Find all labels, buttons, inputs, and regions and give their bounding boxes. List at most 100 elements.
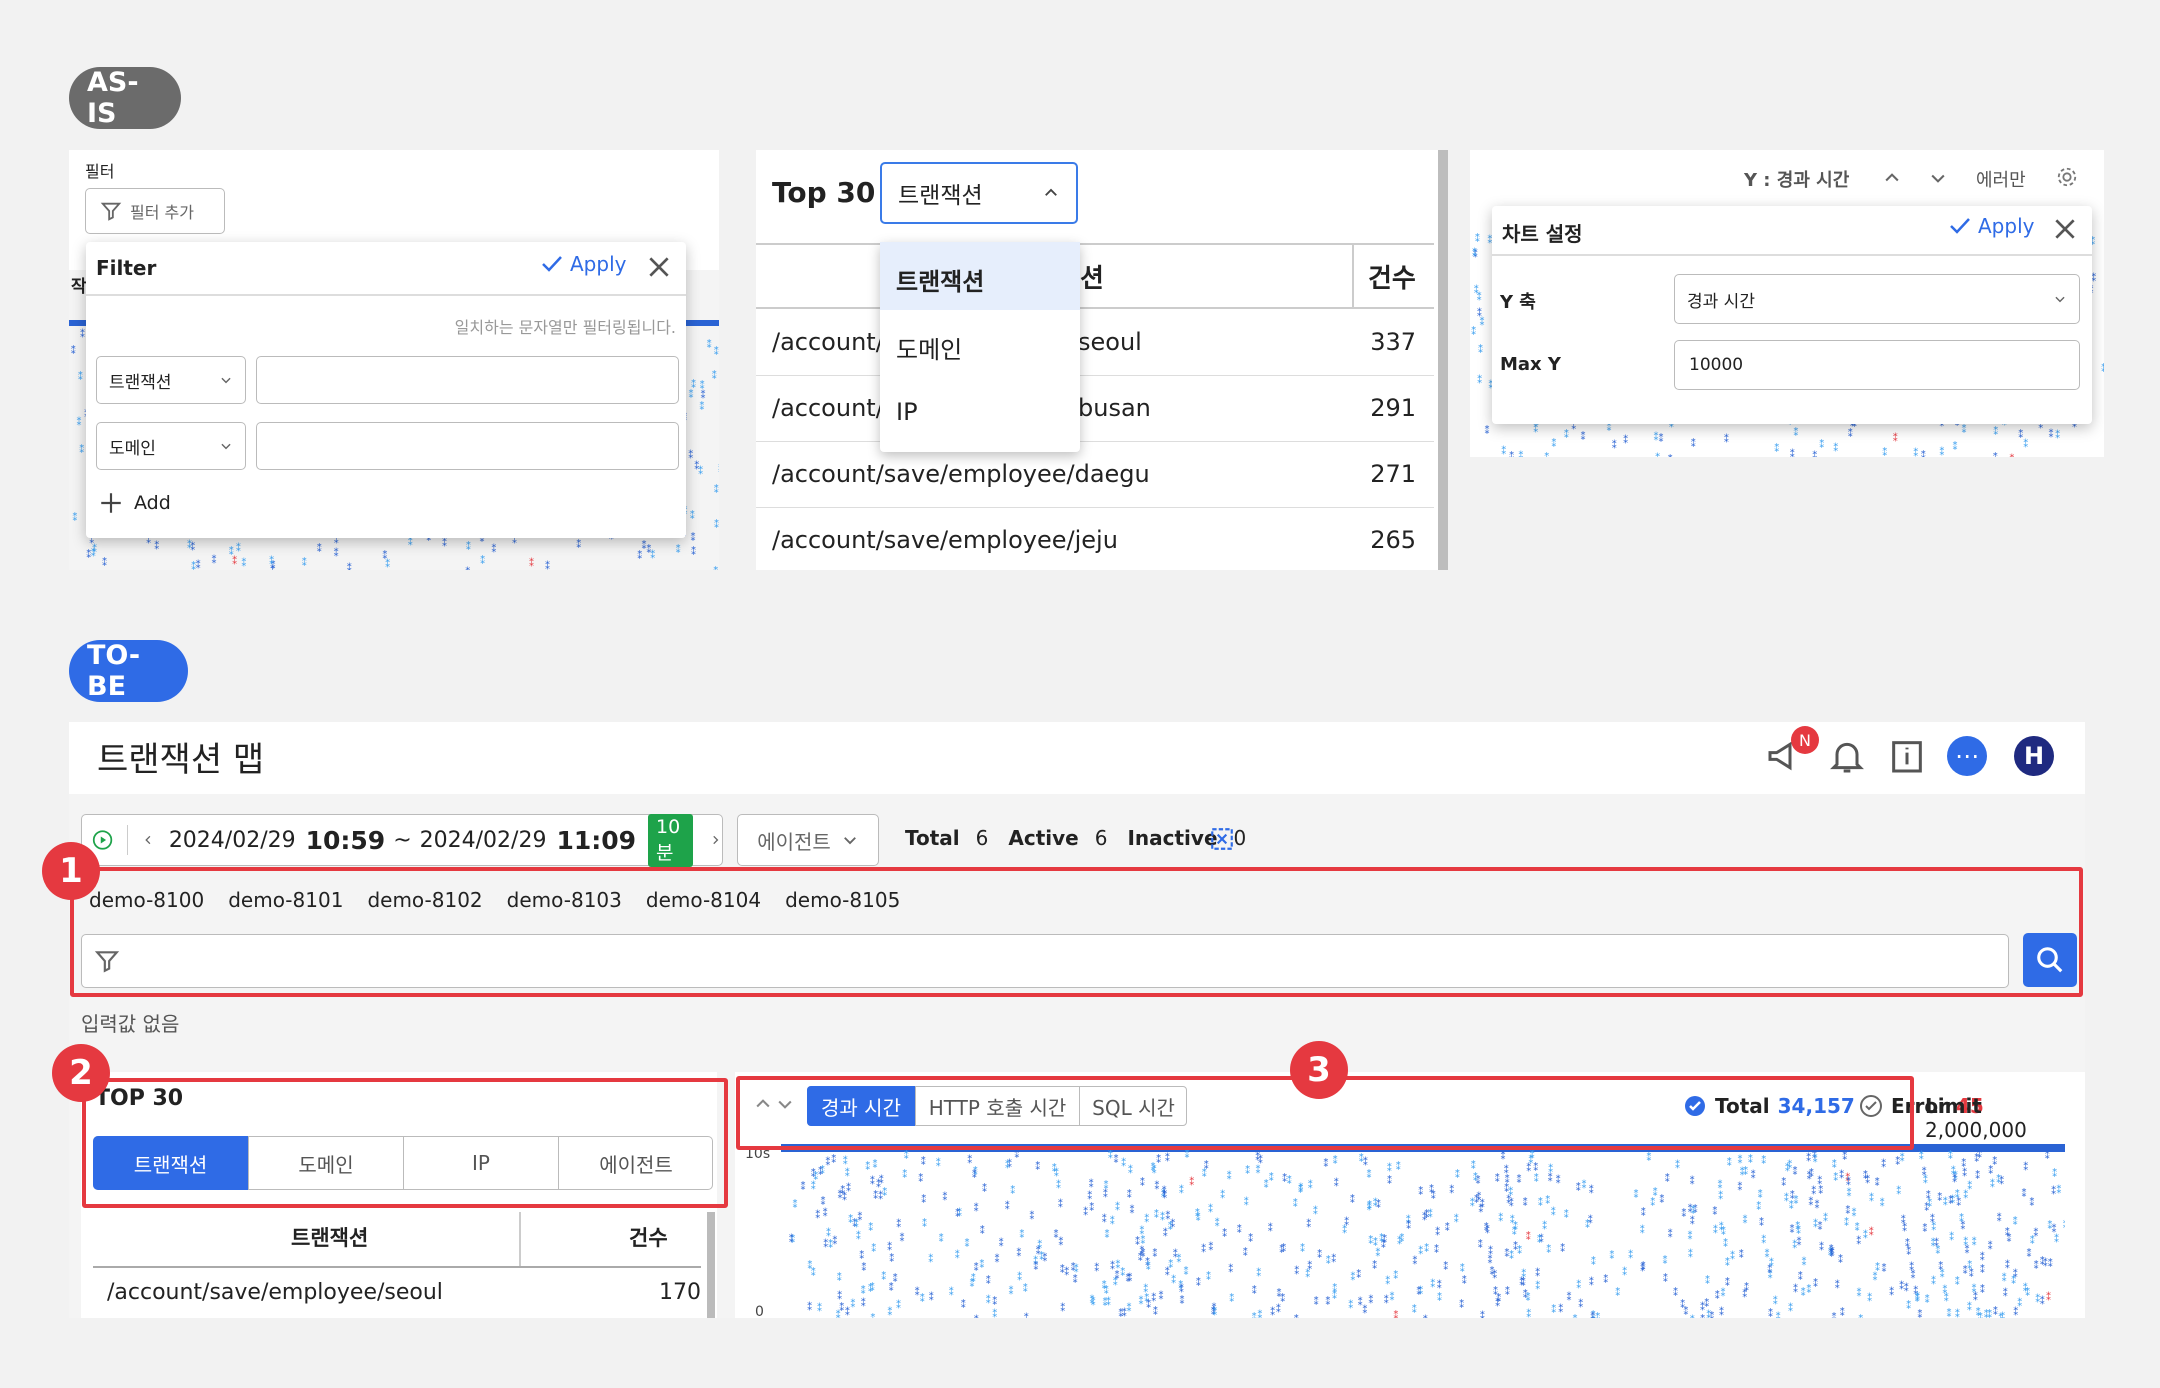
filter-apply-button[interactable]: Apply <box>540 252 626 276</box>
max-y-input[interactable]: 10000 <box>1674 340 2080 390</box>
table-row[interactable]: /account/save/employee/daegu 271 <box>756 442 1434 508</box>
add-filter-button[interactable]: 필터 추가 <box>85 188 225 234</box>
error-only-toggle[interactable]: 에러만 <box>1976 166 2026 192</box>
filter-row-1-input[interactable] <box>256 356 679 404</box>
scatter-point: ⁑ <box>1110 1214 1115 1227</box>
agent-select[interactable]: 에이전트 <box>737 814 879 866</box>
scatter-point: ⁑ <box>929 1291 934 1304</box>
gear-icon[interactable] <box>2056 166 2078 188</box>
scatter-point: ⁑ <box>1937 1191 1942 1204</box>
scatter-point: ⁑ <box>1551 437 1556 450</box>
scatter-point: ⁑ <box>1833 441 1838 454</box>
scatter-point: ⁑ <box>1880 1196 1885 1209</box>
chat-icon[interactable]: ⋯ <box>1947 736 1987 776</box>
scatter-point: ⁑ <box>1646 1151 1651 1164</box>
table-row-count: 170 <box>659 1280 701 1305</box>
scatter-point: ⁑ <box>1105 1228 1110 1241</box>
clear-selection-icon[interactable] <box>1209 826 1235 852</box>
scatter-point: ⁑ <box>1977 1148 1982 1161</box>
table-row-name-tail: seoul <box>1078 328 1142 356</box>
scatter-point: ⁑ <box>1665 1172 1670 1185</box>
tobe-top30-scrollbar[interactable] <box>707 1212 715 1318</box>
dropdown-option-1[interactable]: 트랜잭션 <box>896 262 984 297</box>
scatter-point: ⁑ <box>1718 1190 1723 1203</box>
asis-top30-select[interactable]: 트랜잭션 <box>880 162 1078 224</box>
scatter-point: ⁑ <box>887 1306 892 1319</box>
dropdown-option-3[interactable]: IP <box>896 398 918 426</box>
scatter-point: ⁑ <box>2055 429 2060 442</box>
scatter-point: ⁑ <box>1333 1154 1338 1167</box>
y-metric-toggle[interactable]: Y : 경과 시간 <box>1744 166 1849 192</box>
stat-total-value: 6 <box>975 826 989 850</box>
duration-badge[interactable]: 10분 <box>648 813 694 867</box>
y-axis-select[interactable]: 경과 시간 <box>1674 274 2080 324</box>
scatter-point: ⁑ <box>1931 1275 1936 1288</box>
scatter-point: ⁑ <box>1756 1200 1761 1213</box>
scatter-point: ⁑ <box>1842 1150 1847 1163</box>
scatter-point: ⁑ <box>1058 1197 1063 1210</box>
scatter-point: ⁑ <box>1300 1242 1305 1255</box>
close-icon[interactable] <box>2052 216 2078 242</box>
filter-row-2-select[interactable]: 도메인 <box>96 422 246 470</box>
scatter-point: ⁑ <box>1159 1289 1164 1302</box>
scatter-point: ⁑ <box>442 537 447 550</box>
chart-settings-apply-button[interactable]: Apply <box>1948 214 2034 238</box>
table-row-name[interactable]: /account/save/employee/seoul <box>107 1280 443 1305</box>
scatter-point: ⁑ <box>1896 1184 1901 1197</box>
time-range-control[interactable]: 2024/02/29 10:59 ~ 2024/02/29 11:09 10분 <box>81 813 723 867</box>
filter-row-1-select[interactable]: 트랜잭션 <box>96 356 246 404</box>
scatter-point: ⁑ <box>1962 1166 1967 1179</box>
info-panel-icon[interactable] <box>1887 736 1927 776</box>
avatar[interactable]: H <box>2014 736 2054 776</box>
table-row[interactable]: /account/save/employee/jeju 265 <box>756 508 1434 570</box>
dropdown-option-2[interactable]: 도메인 <box>896 330 962 365</box>
limit-display: Limit 2,000,000 <box>1925 1094 2085 1142</box>
scatter-point: ⁑ <box>1700 1313 1705 1318</box>
scatter-point: ⁑ <box>190 541 195 554</box>
scatter-point: ⁑ <box>1268 1221 1273 1234</box>
scatter-point: ⁑ <box>2023 438 2028 451</box>
scatter-point: ⁑ <box>689 388 694 401</box>
play-icon[interactable] <box>92 825 113 855</box>
scatter-point: ⁑ <box>1521 1276 1526 1289</box>
filter-add-row-button[interactable]: Add <box>98 490 171 516</box>
input-status: 입력값 없음 <box>81 1012 180 1036</box>
scatter-point: ⁑ <box>1089 1201 1094 1214</box>
asis-col-header-tail: 션 <box>1080 264 1104 294</box>
scatter-point: ⁑ <box>712 369 717 382</box>
scatter-point: ⁑ <box>1017 1270 1022 1283</box>
chevron-left-icon[interactable] <box>142 831 155 849</box>
scatter-point: ⁑ <box>1976 1306 1981 1318</box>
scatter-point: ⁑ <box>1126 1272 1131 1285</box>
scatter-point: ⁑ <box>1429 1183 1434 1196</box>
scatter-point: ⁑ <box>2051 1184 2056 1197</box>
bell-icon[interactable] <box>1827 736 1867 776</box>
scatter-point: ⁑ <box>918 1172 923 1185</box>
scatter-point: ⁑ <box>1990 1178 1995 1191</box>
scatter-point: ⁑ <box>1875 1261 1880 1274</box>
scatter-point: ⁑ <box>813 1170 818 1183</box>
chevron-down-icon[interactable] <box>1928 168 1948 188</box>
chevron-up-icon[interactable] <box>1882 168 1902 188</box>
chevron-right-icon[interactable] <box>709 831 722 849</box>
scatter-point: ⁑ <box>1179 1283 1184 1296</box>
table-row[interactable]: /account/seoul 337 <box>756 310 1434 376</box>
scatter-point: ⁑ <box>1146 1260 1151 1273</box>
scatter-point: ⁑ <box>1940 1268 1945 1281</box>
scatter-point: ⁑ <box>1212 1306 1217 1319</box>
close-icon[interactable] <box>646 254 672 280</box>
filter-hint: 일치하는 문자열만 필터링됩니다. <box>454 318 676 337</box>
scatter-point: ⁑ <box>1162 1188 1167 1201</box>
scatter-point: ⁑ <box>1944 1291 1949 1304</box>
scatter-point: ⁑ <box>1589 1276 1594 1289</box>
table-row[interactable]: /account/busan 291 <box>756 376 1434 442</box>
scatter-point: ⁑ <box>86 548 91 561</box>
scatter-point: ⁑ <box>1056 1179 1061 1192</box>
scatter-point: ⁑ <box>1609 1249 1614 1262</box>
plus-icon <box>101 493 121 513</box>
asis-top30-scrollbar[interactable] <box>1438 150 1448 570</box>
filter-row-2-input[interactable] <box>256 422 679 470</box>
scatter-point: ⁑ <box>936 1157 941 1170</box>
scatter-point: ⁑ <box>79 443 84 456</box>
scatter-point: ⁑ <box>545 560 550 570</box>
